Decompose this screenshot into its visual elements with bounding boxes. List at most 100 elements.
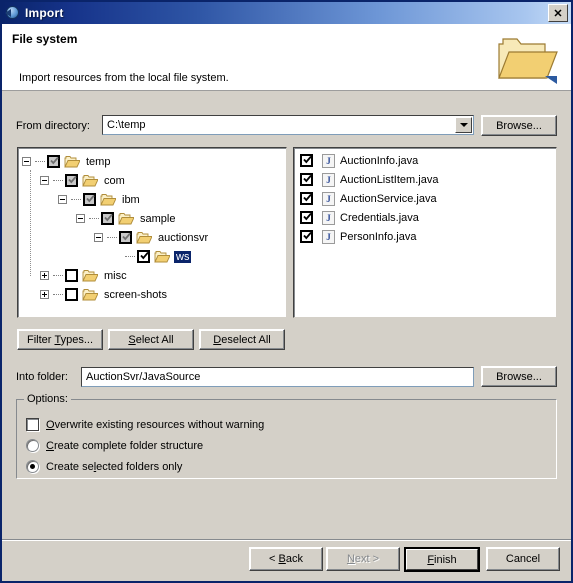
tree-item-screen-shots[interactable]: screen-shots: [18, 285, 286, 304]
collapse-icon[interactable]: [58, 195, 67, 204]
java-file-icon: J: [322, 172, 335, 187]
file-list-item[interactable]: J AuctionInfo.java: [294, 151, 556, 170]
tree-checkbox[interactable]: [119, 231, 132, 244]
finish-button[interactable]: Finish: [404, 547, 480, 572]
check-icon: [303, 231, 312, 240]
file-list-item[interactable]: J AuctionService.java: [294, 189, 556, 208]
tree-checkbox[interactable]: [65, 288, 78, 301]
options-legend: Options:: [24, 393, 71, 405]
filter-types-button[interactable]: Filter Types...: [17, 329, 103, 350]
tree-item-label[interactable]: sample: [138, 213, 177, 225]
select-all-button[interactable]: Select All: [108, 329, 194, 350]
tree-item-misc[interactable]: misc: [18, 266, 286, 285]
overwrite-checkbox[interactable]: [26, 418, 39, 431]
tree-checkbox[interactable]: [137, 250, 150, 263]
tree-item-label[interactable]: ibm: [120, 194, 142, 206]
folder-icon: [136, 231, 153, 244]
tree-item-com[interactable]: com: [18, 171, 286, 190]
file-checkbox[interactable]: [300, 230, 313, 243]
check-icon: [303, 174, 312, 183]
file-list-item[interactable]: J PersonInfo.java: [294, 227, 556, 246]
tree-item-label[interactable]: screen-shots: [102, 289, 169, 301]
tree-connector: [71, 198, 81, 201]
into-folder-label: Into folder:: [16, 371, 68, 383]
browse-from-directory-label: Browse...: [496, 119, 542, 132]
file-name-label: AuctionListItem.java: [340, 173, 439, 186]
folder-icon: [82, 269, 99, 282]
folder-tree[interactable]: temp com ibm sample auctionsvr ws misc screen-s…: [17, 147, 287, 318]
chevron-down-icon[interactable]: [455, 117, 472, 133]
folder-icon: [82, 288, 99, 301]
tree-item-label[interactable]: misc: [102, 270, 129, 282]
window-title: Import: [25, 6, 64, 20]
folder-icon: [154, 251, 171, 263]
expand-icon[interactable]: [40, 290, 49, 299]
expand-icon[interactable]: [40, 271, 49, 280]
tree-item-label[interactable]: ws: [174, 250, 192, 263]
browse-into-folder-button[interactable]: Browse...: [481, 366, 557, 387]
back-button[interactable]: < Back: [249, 547, 323, 571]
tree-item-temp[interactable]: temp: [18, 152, 286, 171]
tree-connector: [53, 179, 63, 182]
deselect-all-button[interactable]: Deselect All: [199, 329, 285, 350]
file-list-item[interactable]: J AuctionListItem.java: [294, 170, 556, 189]
file-list-item[interactable]: J Credentials.java: [294, 208, 556, 227]
tree-item-sample[interactable]: sample: [18, 209, 286, 228]
cancel-label: Cancel: [505, 553, 541, 565]
create-selected-only-radio-row[interactable]: Create selected folders only: [26, 460, 182, 473]
create-selected-only-label: Create selected folders only: [46, 460, 183, 473]
java-file-icon: J: [322, 210, 335, 225]
folder-icon: [118, 212, 135, 225]
tree-connector: [53, 293, 63, 296]
tree-checkbox[interactable]: [65, 174, 78, 187]
file-checkbox[interactable]: [300, 211, 313, 224]
cancel-button[interactable]: Cancel: [486, 547, 560, 571]
tree-checkbox[interactable]: [65, 269, 78, 282]
page-description: Import resources from the local file sys…: [19, 72, 229, 84]
java-file-icon: J: [322, 153, 335, 168]
file-name-label: AuctionInfo.java: [340, 154, 419, 167]
folder-icon: [82, 174, 99, 187]
check-icon: [303, 193, 312, 202]
file-list[interactable]: J AuctionInfo.java J AuctionListItem.java J A…: [293, 147, 557, 318]
tree-item-label[interactable]: temp: [84, 156, 112, 168]
close-icon[interactable]: ✕: [548, 4, 568, 22]
into-folder-input[interactable]: AuctionSvr/JavaSource: [81, 367, 474, 387]
page-title: File system: [12, 32, 78, 46]
create-complete-structure-radio-row[interactable]: Create complete folder structure: [26, 439, 203, 452]
tree-item-label[interactable]: com: [102, 175, 127, 187]
file-checkbox[interactable]: [300, 154, 313, 167]
collapse-icon[interactable]: [40, 176, 49, 185]
overwrite-checkbox-row[interactable]: Overwrite existing resources without war…: [26, 418, 264, 431]
folder-icon: [82, 289, 99, 301]
create-selected-only-radio[interactable]: [26, 460, 39, 473]
browse-from-directory-button[interactable]: Browse...: [481, 115, 557, 136]
tree-connector: [53, 274, 63, 277]
collapse-icon[interactable]: [94, 233, 103, 242]
file-checkbox[interactable]: [300, 192, 313, 205]
create-complete-structure-radio[interactable]: [26, 439, 39, 452]
import-dialog: Import ✕ File system Import resources fr…: [0, 0, 573, 583]
folder-icon: [100, 194, 117, 206]
title-bar: Import ✕: [2, 2, 571, 24]
folder-icon: [118, 213, 135, 225]
wizard-banner: File system Import resources from the lo…: [2, 24, 571, 91]
overwrite-label: Overwrite existing resources without war…: [46, 418, 265, 431]
tree-checkbox[interactable]: [101, 212, 114, 225]
tree-item-label[interactable]: auctionsvr: [156, 232, 210, 244]
select-all-label: Select All: [128, 333, 174, 346]
check-icon: [303, 212, 312, 221]
tree-item-auctionsvr[interactable]: auctionsvr: [18, 228, 286, 247]
from-directory-combo[interactable]: C:\temp: [102, 115, 474, 135]
tree-checkbox[interactable]: [47, 155, 60, 168]
collapse-icon[interactable]: [22, 157, 31, 166]
tree-item-ibm[interactable]: ibm: [18, 190, 286, 209]
file-checkbox[interactable]: [300, 173, 313, 186]
tree-item-ws[interactable]: ws: [18, 247, 286, 266]
collapse-icon[interactable]: [76, 214, 85, 223]
from-directory-value[interactable]: C:\temp: [103, 119, 455, 131]
java-file-icon: J: [322, 191, 335, 206]
folder-icon: [100, 193, 117, 206]
from-directory-label: From directory:: [16, 120, 90, 132]
tree-checkbox[interactable]: [83, 193, 96, 206]
